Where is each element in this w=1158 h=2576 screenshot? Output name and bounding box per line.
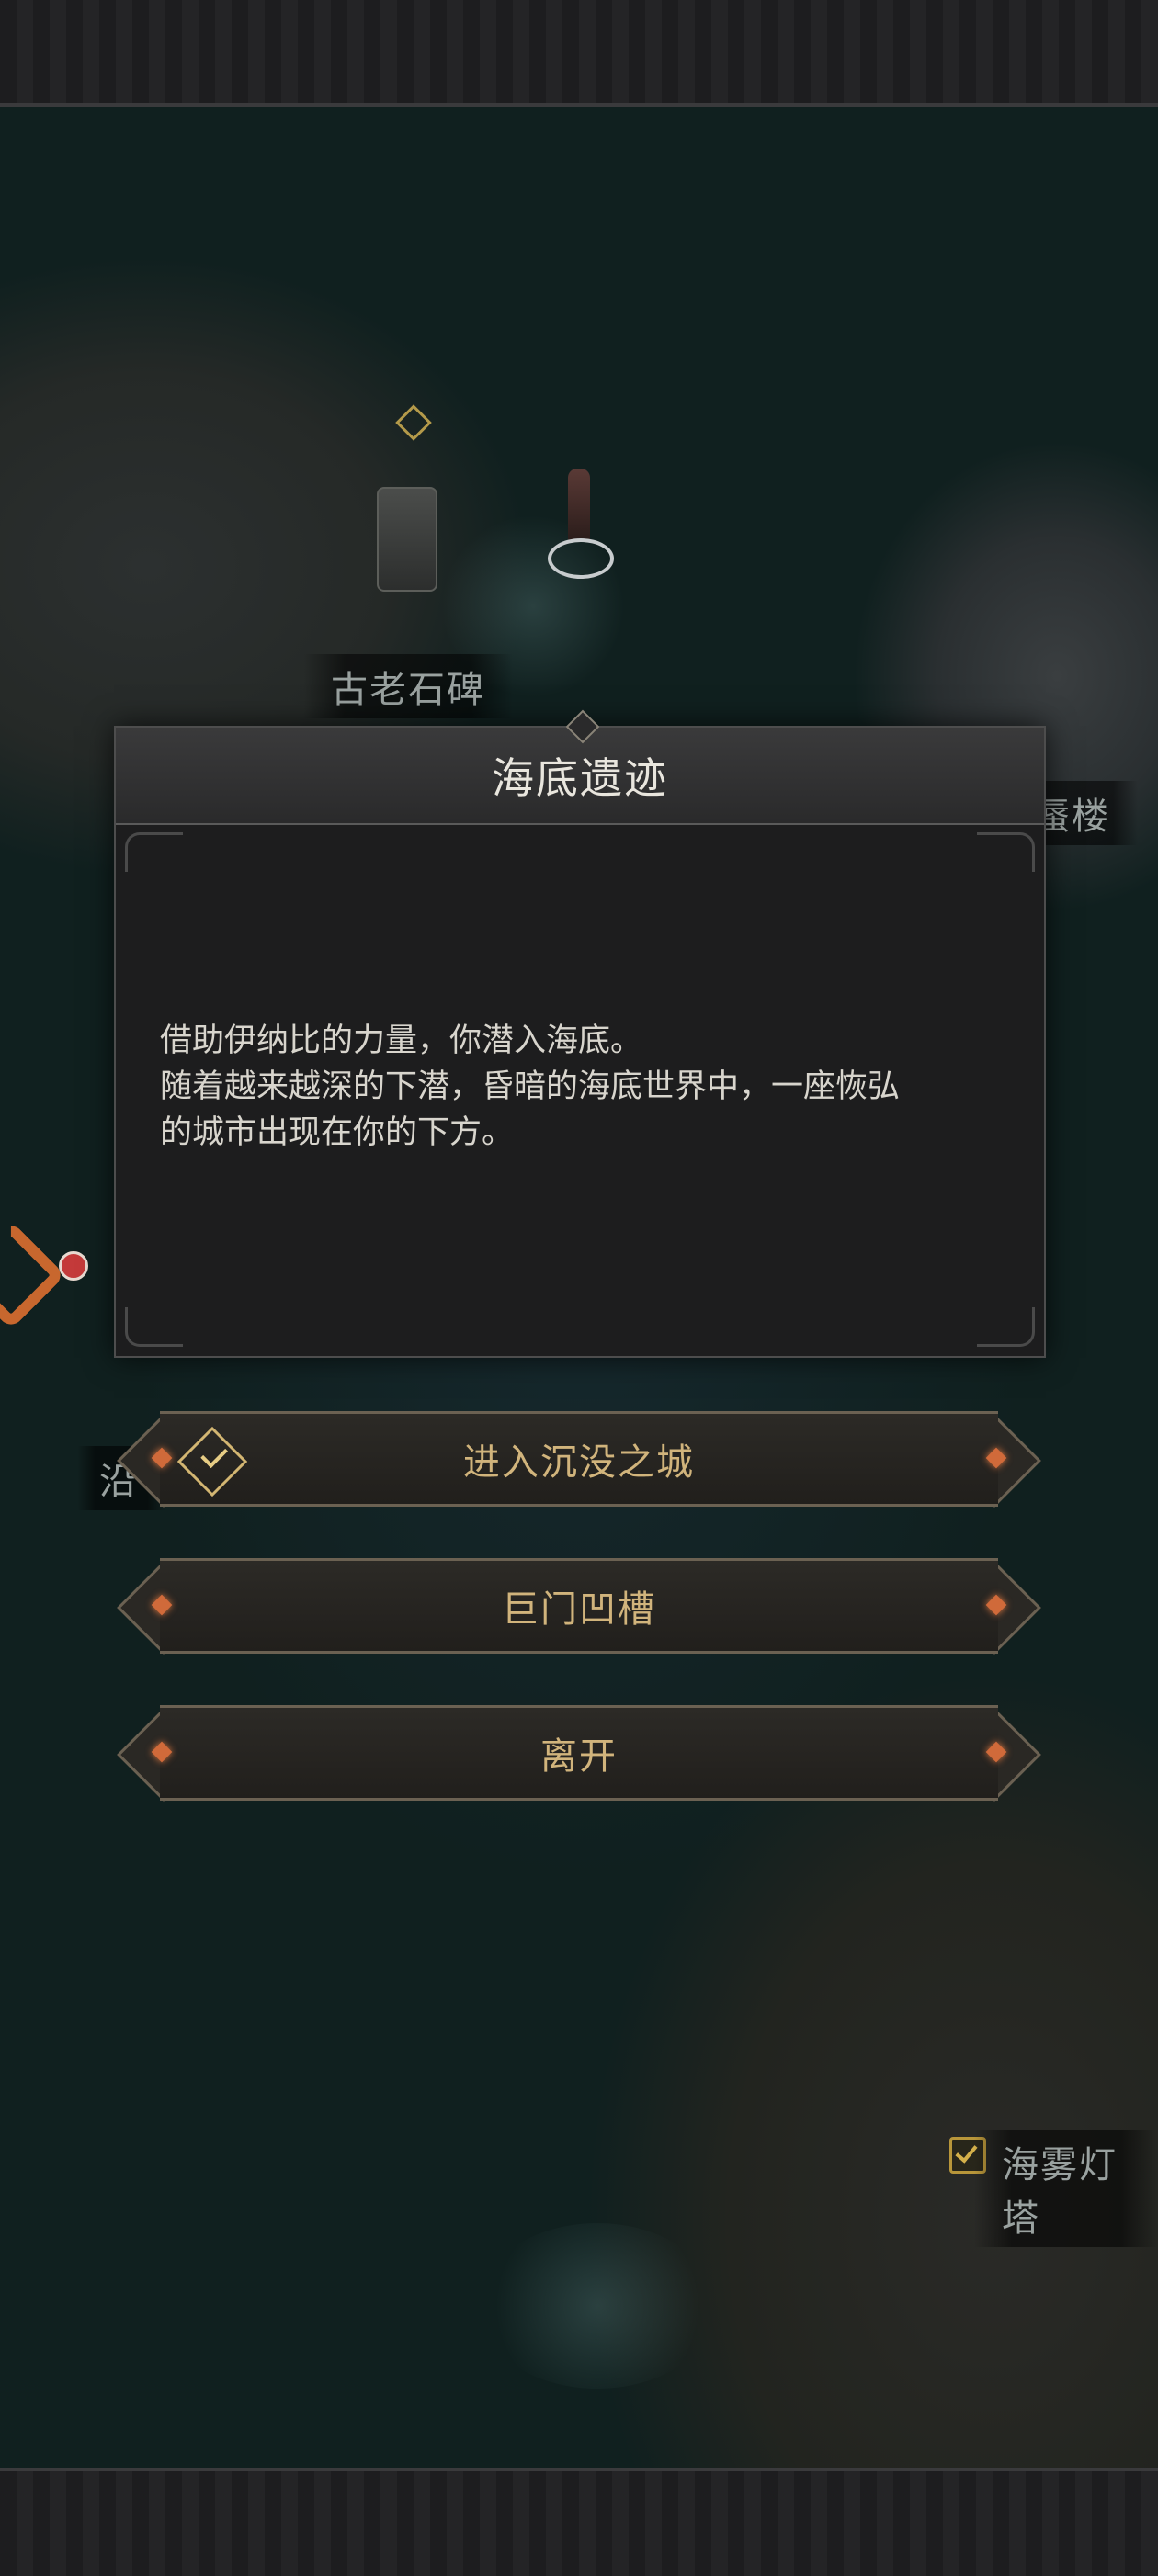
choice-label: 离开 [540,1735,618,1778]
corner-ornament [977,832,1035,872]
choice-label: 进入沉没之城 [463,1441,695,1484]
notification-dot [59,1251,88,1281]
corner-ornament [977,1307,1035,1347]
ancient-stele-icon[interactable] [377,487,437,592]
map-label-lighthouse[interactable]: 海雾灯塔 [974,2130,1158,2247]
event-dialog: 海底遗迹 借助伊纳比的力量，你潜入海底。 随着越来越深的下潜，昏暗的海底世界中，… [114,709,1046,1358]
bottom-frame-border [0,2468,1158,2576]
choice-giant-door-groove-button[interactable]: 巨门凹槽 [117,1558,1041,1655]
player-character [568,469,590,542]
corner-ornament [125,832,183,872]
shore-foam [478,2223,717,2389]
dialog-title: 海底遗迹 [492,753,668,803]
dialog-header: 海底遗迹 [116,728,1044,825]
dialog-body-line: 随着越来越深的下潜，昏暗的海底世界中，一座恢弘 [160,1068,901,1105]
dialog-body: 借助伊纳比的力量，你潜入海底。 随着越来越深的下潜，昏暗的海底世界中，一座恢弘 … [160,1018,1005,1156]
choice-leave-button[interactable]: 离开 [117,1705,1041,1802]
top-frame-border [0,0,1158,107]
dialog-body-line: 借助伊纳比的力量，你潜入海底。 [160,1022,643,1059]
map-label-ancient-stele[interactable]: 古老石碑 [303,654,513,718]
player-position-ring [548,538,614,579]
dialog-body-line: 的城市出现在你的下方。 [160,1114,515,1151]
corner-ornament [125,1307,183,1347]
choice-enter-sunken-city-button[interactable]: 进入沉没之城 [117,1411,1041,1508]
choice-label: 巨门凹槽 [502,1588,656,1631]
